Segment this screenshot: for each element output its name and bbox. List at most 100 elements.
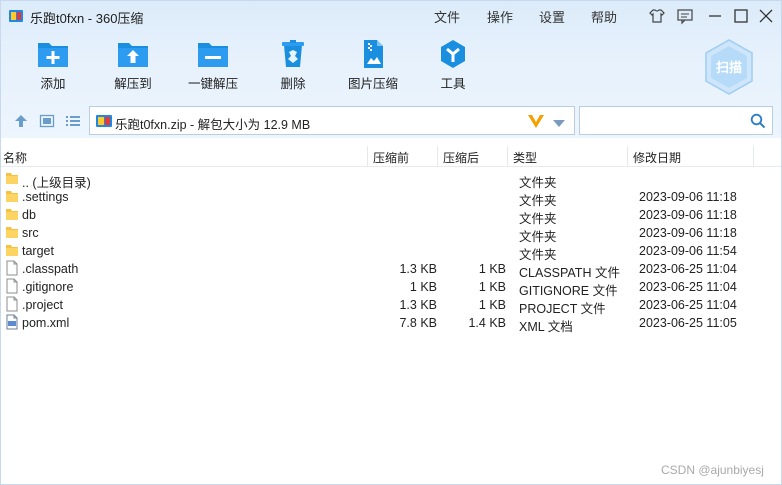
size-before: 1.3 KB	[399, 262, 437, 276]
folder-icon	[5, 188, 19, 204]
size-after: 1.4 KB	[468, 316, 506, 330]
tools-icon	[441, 40, 465, 68]
size-after: 1 KB	[478, 280, 506, 294]
column-name[interactable]: 名称	[3, 149, 27, 166]
modified-date: 2023-06-25 11:04	[639, 280, 737, 294]
table-row[interactable]: target 文件夹 2023-09-06 11:54	[1, 242, 761, 262]
image-compress-icon	[364, 40, 383, 68]
folder-icon	[5, 170, 19, 186]
modified-date: 2023-09-06 11:18	[639, 190, 737, 204]
search-input[interactable]	[579, 106, 773, 135]
search-icon[interactable]	[750, 113, 766, 129]
menu-settings[interactable]: 设置	[539, 7, 565, 26]
file-name: .settings	[22, 190, 69, 204]
folder-icon	[5, 242, 19, 258]
delete-label: 删除	[280, 77, 306, 91]
window-title: 乐跑t0fxn - 360压缩	[30, 11, 144, 26]
column-divider[interactable]	[627, 146, 628, 166]
folder-icon	[5, 224, 19, 240]
scan-button[interactable]: 扫描	[701, 37, 757, 97]
file-type: XML 文档	[519, 320, 573, 334]
one-click-extract-button[interactable]: 一键解压	[178, 39, 248, 97]
minimize-icon[interactable]	[705, 6, 725, 26]
column-size-after[interactable]: 压缩后	[443, 149, 479, 166]
xml-file-icon	[5, 314, 19, 330]
file-name: db	[22, 208, 36, 222]
modified-date: 2023-09-06 11:54	[639, 244, 737, 258]
extract-to-icon	[118, 43, 148, 67]
modified-date: 2023-09-06 11:18	[639, 208, 737, 222]
menu-help[interactable]: 帮助	[591, 7, 617, 26]
file-name: .classpath	[22, 262, 79, 276]
maximize-icon[interactable]	[731, 6, 751, 26]
table-row[interactable]: .. (上级目录) 文件夹	[1, 170, 761, 190]
size-after: 1 KB	[478, 262, 506, 276]
watermark: CSDN @ajunbiyesj	[661, 463, 764, 477]
column-divider[interactable]	[507, 146, 508, 166]
add-label: 添加	[40, 77, 66, 91]
tools-button[interactable]: 工具	[418, 39, 488, 97]
image-compress-button[interactable]: 图片压缩	[338, 39, 408, 97]
column-divider[interactable]	[753, 146, 754, 166]
extract-to-label: 解压到	[114, 77, 152, 91]
file-name: pom.xml	[22, 316, 70, 330]
tools-label: 工具	[440, 77, 466, 91]
add-icon	[38, 43, 68, 67]
app-logo-icon	[8, 8, 24, 24]
table-row[interactable]: .gitignore 1 KB 1 KB GITIGNORE 文件 2023-0…	[1, 278, 761, 298]
divider	[1, 166, 781, 167]
close-icon[interactable]	[756, 6, 776, 26]
modified-date: 2023-06-25 11:04	[639, 298, 737, 312]
v-logo-icon[interactable]	[527, 113, 545, 129]
add-button[interactable]: 添加	[18, 39, 88, 97]
size-before: 1.3 KB	[399, 298, 437, 312]
column-type[interactable]: 类型	[513, 149, 537, 166]
column-date[interactable]: 修改日期	[633, 149, 681, 166]
file-icon	[5, 278, 19, 294]
table-row[interactable]: .project 1.3 KB 1 KB PROJECT 文件 2023-06-…	[1, 296, 761, 316]
address-path: 乐跑t0fxn.zip - 解包大小为 12.9 MB	[115, 118, 311, 132]
size-after: 1 KB	[478, 298, 506, 312]
column-size-before[interactable]: 压缩前	[373, 149, 409, 166]
column-divider[interactable]	[437, 146, 438, 166]
skin-icon[interactable]	[647, 6, 667, 26]
table-row[interactable]: .settings 文件夹 2023-09-06 11:18	[1, 188, 761, 208]
file-name: .gitignore	[22, 280, 74, 294]
file-list-header: 名称 压缩前 压缩后 类型 修改日期	[1, 146, 781, 166]
app-window: 乐跑t0fxn - 360压缩 文件 操作 设置 帮助 添加 解压到 一键解压 …	[0, 0, 782, 485]
table-row[interactable]: .classpath 1.3 KB 1 KB CLASSPATH 文件 2023…	[1, 260, 761, 280]
file-name: target	[22, 244, 54, 258]
feedback-icon[interactable]	[675, 6, 695, 26]
file-icon	[5, 296, 19, 312]
folder-icon	[5, 206, 19, 222]
chevron-down-icon[interactable]	[553, 117, 565, 127]
one-click-extract-icon	[198, 43, 228, 67]
list-view-icon[interactable]	[65, 113, 81, 129]
file-name: .project	[22, 298, 63, 312]
column-divider[interactable]	[367, 146, 368, 166]
address-bar[interactable]: 乐跑t0fxn.zip - 解包大小为 12.9 MB	[89, 106, 575, 135]
table-row[interactable]: db 文件夹 2023-09-06 11:18	[1, 206, 761, 226]
delete-button[interactable]: 删除	[258, 39, 328, 97]
trash-icon	[282, 40, 304, 67]
size-before: 1 KB	[409, 280, 437, 294]
menu-file[interactable]: 文件	[434, 7, 460, 26]
menu-operate[interactable]: 操作	[487, 7, 513, 26]
file-name: src	[22, 226, 39, 240]
table-row[interactable]: src 文件夹 2023-09-06 11:18	[1, 224, 761, 244]
one-click-extract-label: 一键解压	[187, 77, 238, 91]
zip-file-icon	[95, 113, 113, 129]
table-row[interactable]: pom.xml 7.8 KB 1.4 KB XML 文档 2023-06-25 …	[1, 314, 761, 334]
modified-date: 2023-06-25 11:04	[639, 262, 737, 276]
extract-to-button[interactable]: 解压到	[98, 39, 168, 97]
title-bar[interactable]: 乐跑t0fxn - 360压缩 文件 操作 设置 帮助	[1, 1, 781, 31]
header-area: 乐跑t0fxn - 360压缩 文件 操作 设置 帮助 添加 解压到 一键解压 …	[1, 1, 781, 138]
modified-date: 2023-09-06 11:18	[639, 226, 737, 240]
thumbnail-view-icon[interactable]	[39, 113, 55, 129]
scan-label: 扫描	[716, 60, 742, 76]
file-icon	[5, 260, 19, 276]
image-compress-label: 图片压缩	[347, 77, 398, 91]
up-arrow-icon[interactable]	[13, 113, 29, 129]
modified-date: 2023-06-25 11:05	[639, 316, 737, 330]
size-before: 7.8 KB	[399, 316, 437, 330]
